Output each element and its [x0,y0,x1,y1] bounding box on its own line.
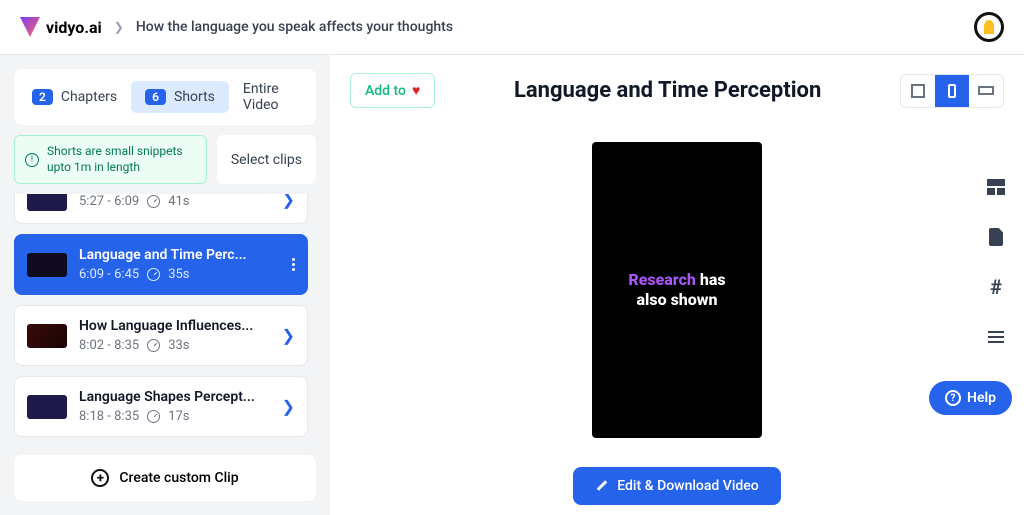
tab-shorts[interactable]: 6 Shorts [131,81,229,113]
add-to-button[interactable]: Add to ♥ [350,73,435,108]
aspect-ratio-toggle [900,74,1004,108]
header-bar: vidyo.ai ❯ How the language you speak af… [0,0,1024,55]
info-icon: i [25,153,39,167]
clip-thumbnail [27,324,67,348]
menu-icon[interactable] [984,325,1008,349]
sidebar: 2 Chapters 6 Shorts Entire Video i Short… [0,55,330,515]
clip-thumbnail [27,395,67,419]
chevron-right-icon: ❯ [282,194,295,209]
user-avatar[interactable] [974,12,1004,42]
right-toolbar: # [984,175,1008,349]
create-custom-clip-button[interactable]: + Create custom Clip [14,455,316,501]
aspect-horizontal[interactable] [969,75,1003,107]
help-button[interactable]: ? Help [929,381,1012,415]
clock-icon [147,195,160,208]
shorts-badge: 6 [145,89,166,105]
hashtag-icon[interactable]: # [984,275,1008,299]
logo-icon [20,17,40,37]
clip-title: Language Shapes Percept... [79,389,270,405]
clip-item[interactable]: How Language Influences... 8:02 - 8:35 3… [14,305,308,366]
heart-icon: ♥ [412,82,420,99]
clock-icon [147,268,160,281]
question-icon: ? [945,390,961,406]
chevron-right-icon: ❯ [282,397,295,416]
pencil-icon [595,479,609,493]
clip-thumbnail [27,194,67,211]
tab-chapters[interactable]: 2 Chapters [18,81,131,113]
clip-item[interactable]: 5:27 - 6:09 41s ❯ [14,194,308,224]
tab-entire-video[interactable]: Entire Video [229,73,312,121]
edit-download-button[interactable]: Edit & Download Video [573,467,780,505]
clock-icon [147,339,160,352]
info-banner: i Shorts are small snippets upto 1m in l… [14,135,207,184]
aspect-square[interactable] [901,75,935,107]
clip-item[interactable]: Language Shapes Percept... 8:18 - 8:35 1… [14,376,308,437]
page-title: Language and Time Perception [451,78,884,103]
breadcrumb-title: How the language you speak affects your … [136,19,453,35]
layout-icon[interactable] [984,175,1008,199]
select-clips-button[interactable]: Select clips [217,135,316,184]
clip-title: How Language Influences... [79,318,270,334]
brand-name: vidyo.ai [46,18,102,37]
plus-icon: + [91,469,109,487]
content-area: Add to ♥ Language and Time Perception Re… [330,55,1024,515]
more-icon[interactable] [292,258,295,271]
caption-text: Research has also shown [612,270,742,310]
clock-icon [147,410,160,423]
aspect-vertical[interactable] [935,75,969,107]
document-icon[interactable] [984,225,1008,249]
chapters-badge: 2 [32,89,53,105]
sidebar-tabs: 2 Chapters 6 Shorts Entire Video [14,69,316,125]
clip-title: Language and Time Perc... [79,247,280,263]
chevron-right-icon: ❯ [282,326,295,345]
chevron-right-icon: ❯ [114,20,124,34]
clip-item-selected[interactable]: Language and Time Perc... 6:09 - 6:45 35… [14,234,308,295]
clips-list: 5:27 - 6:09 41s ❯ Language and Time Perc… [14,194,316,445]
clip-thumbnail [27,253,67,277]
brand-logo[interactable]: vidyo.ai [20,17,102,37]
video-preview[interactable]: Research has also shown [592,142,762,438]
